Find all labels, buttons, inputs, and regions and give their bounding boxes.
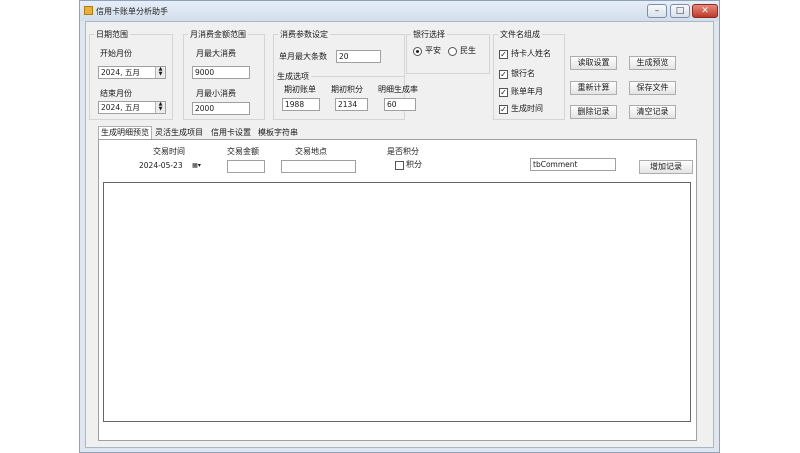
bank-minsheng-radio[interactable]	[448, 47, 457, 56]
other-params-title: 消费参数设定	[278, 30, 330, 39]
filename-time-checkbox[interactable]: ✓	[499, 105, 508, 114]
monthly-max-label: 月最大消费	[196, 49, 236, 58]
calendar-dropdown-icon[interactable]: ▦▾	[189, 160, 204, 171]
bank-pingan-label: 平安	[425, 46, 441, 55]
window-title: 信用卡账单分析助手	[96, 7, 168, 16]
filename-time-label: 生成时间	[511, 104, 543, 113]
generate-options-group: 生成选项 期初账单 1988 期初积分 2134 明细生成率 60	[274, 72, 418, 119]
end-month-picker[interactable]: 2024, 五月 ▲ ▼	[98, 101, 166, 114]
add-record-button[interactable]: 增加记录	[639, 160, 693, 174]
app-icon	[84, 6, 93, 15]
filename-group: 文件名组成 ✓ 持卡人姓名 ✓ 银行名 ✓ 账单年月 ✓ 生成时间	[493, 30, 565, 120]
recalculate-button[interactable]: 重新计算	[570, 81, 617, 95]
title-bar: 信用卡账单分析助手 – □ ✕	[80, 1, 719, 21]
read-settings-button[interactable]: 读取设置	[570, 56, 617, 70]
trade-place-label: 交易地点	[295, 147, 327, 156]
detail-gen-input[interactable]: 60	[384, 98, 416, 111]
filename-bank-label: 银行名	[511, 69, 535, 78]
clear-records-button[interactable]: 清空记录	[629, 105, 676, 119]
maximize-button[interactable]: □	[670, 4, 690, 18]
end-month-label: 结束月份	[100, 89, 132, 98]
end-month-spin-icon[interactable]: ▲ ▼	[155, 102, 165, 113]
delete-record-button[interactable]: 删除记录	[570, 105, 617, 119]
app-window: 信用卡账单分析助手 – □ ✕ 日期范围 开始月份 2024, 五月 ▲ ▼ 结束…	[79, 0, 720, 453]
points-label: 是否积分	[387, 147, 419, 156]
monthly-min-input[interactable]: 2000	[192, 102, 250, 115]
points-checkbox[interactable]	[395, 161, 404, 170]
points-check-label: 积分	[406, 160, 422, 169]
date-range-title: 日期范围	[94, 30, 130, 39]
minimize-button[interactable]: –	[647, 4, 667, 18]
initial-bill-input[interactable]: 1988	[282, 98, 320, 111]
trade-time-label: 交易时间	[153, 147, 185, 156]
start-month-spin-icon[interactable]: ▲ ▼	[155, 67, 165, 78]
max-count-label: 单月最大条数	[279, 52, 327, 61]
bank-minsheng-label: 民生	[460, 46, 476, 55]
initial-points-label: 期初积分	[331, 85, 363, 94]
tab-template[interactable]: 模板字符串	[256, 127, 300, 139]
date-range-group: 日期范围 开始月份 2024, 五月 ▲ ▼ 结束月份 2024, 五月 ▲ ▼	[89, 30, 173, 120]
bank-group: 银行选择 平安 民生	[406, 30, 490, 74]
trade-place-input[interactable]	[281, 160, 356, 173]
bank-title: 银行选择	[411, 30, 447, 39]
filename-month-label: 账单年月	[511, 87, 543, 96]
tab-preview[interactable]: 生成明细预览	[98, 126, 152, 140]
max-count-input[interactable]: 20	[336, 50, 381, 63]
start-month-picker[interactable]: 2024, 五月 ▲ ▼	[98, 66, 166, 79]
generate-options-title: 生成选项	[275, 72, 311, 81]
filename-title: 文件名组成	[498, 30, 542, 39]
monthly-min-label: 月最小消费	[196, 89, 236, 98]
trade-amount-input[interactable]	[227, 160, 265, 173]
preview-tab-page: 交易时间 2024-05-23 ▦▾ 交易金额 交易地点 是否积分 积分 tbC…	[98, 139, 697, 441]
client-area: 日期范围 开始月份 2024, 五月 ▲ ▼ 结束月份 2024, 五月 ▲ ▼ 月…	[85, 21, 714, 448]
initial-points-input[interactable]: 2134	[335, 98, 368, 111]
trade-time-picker[interactable]: 2024-05-23 ▦▾	[137, 160, 204, 173]
trade-amount-label: 交易金额	[227, 147, 259, 156]
monthly-amount-group: 月消费金额范围 月最大消费 9000 月最小消费 2000	[183, 30, 265, 120]
save-file-button[interactable]: 保存文件	[629, 81, 676, 95]
bank-pingan-radio[interactable]	[413, 47, 422, 56]
monthly-amount-title: 月消费金额范围	[188, 30, 248, 39]
monthly-max-input[interactable]: 9000	[192, 66, 250, 79]
close-button[interactable]: ✕	[692, 4, 718, 18]
detail-gen-label: 明细生成率	[378, 85, 418, 94]
comment-input[interactable]: tbComment	[530, 158, 616, 171]
initial-bill-label: 期初账单	[284, 85, 316, 94]
filename-bank-checkbox[interactable]: ✓	[499, 70, 508, 79]
tab-card-settings[interactable]: 信用卡设置	[209, 127, 253, 139]
generate-preview-button[interactable]: 生成预览	[629, 56, 676, 70]
other-params-group: 消费参数设定 单月最大条数 20 生成选项 期初账单 1988 期初积分 213…	[273, 30, 418, 120]
filename-month-checkbox[interactable]: ✓	[499, 88, 508, 97]
records-grid[interactable]	[103, 182, 691, 422]
start-month-label: 开始月份	[100, 49, 132, 58]
tab-flexible[interactable]: 灵活生成项目	[153, 127, 205, 139]
filename-cardholder-label: 持卡人姓名	[511, 49, 551, 58]
filename-cardholder-checkbox[interactable]: ✓	[499, 50, 508, 59]
